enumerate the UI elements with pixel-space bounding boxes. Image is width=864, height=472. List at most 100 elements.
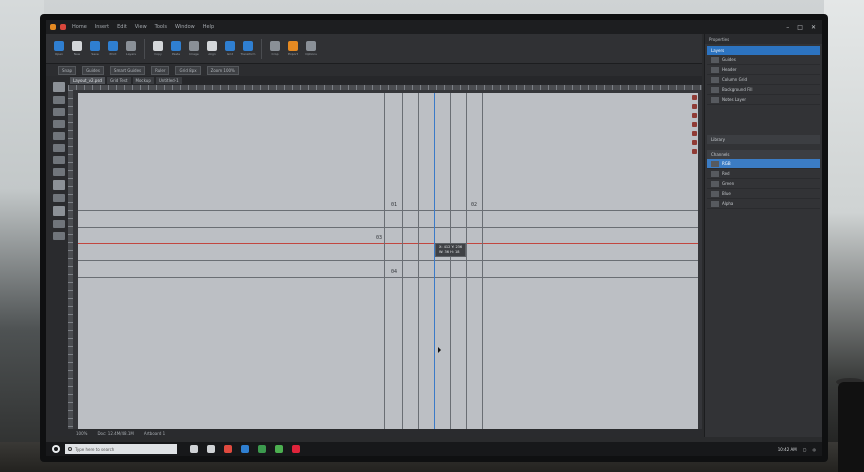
guide-vertical[interactable]: [482, 93, 483, 429]
text-tool-icon[interactable]: [53, 194, 65, 202]
option-grid[interactable]: Grid 8px: [175, 65, 201, 75]
layer-row[interactable]: Guides: [707, 55, 820, 65]
move-tool-icon[interactable]: [53, 82, 65, 92]
guide-horizontal[interactable]: [78, 227, 698, 228]
layer-row[interactable]: Header: [707, 65, 820, 75]
menu-item-tools[interactable]: Tools: [153, 24, 169, 30]
doc-tab[interactable]: Grid Test: [106, 77, 131, 84]
title-bar: Home Insert Edit View Tools Window Help …: [46, 20, 822, 34]
vertical-ruler[interactable]: [68, 90, 73, 429]
copy-button[interactable]: Copy: [151, 41, 165, 56]
option-guides[interactable]: Guides: [82, 65, 104, 75]
channel-row[interactable]: Green: [707, 179, 820, 189]
layers-button[interactable]: Layers: [124, 41, 138, 56]
menu-item-edit[interactable]: Edit: [115, 24, 129, 30]
layers-title[interactable]: Layers: [707, 46, 820, 55]
option-zoom[interactable]: Zoom 100%: [206, 65, 239, 75]
layer-thumbnail: [711, 96, 719, 103]
settings-icon[interactable]: ◎: [813, 447, 817, 452]
app-logo-button[interactable]: Open: [52, 41, 66, 56]
channel-row[interactable]: Alpha: [707, 199, 820, 209]
menu-item-home[interactable]: Home: [70, 24, 89, 30]
crop-button[interactable]: Crop: [268, 41, 282, 56]
canvas-area[interactable]: 01 02 03 04 X: 412 Y: 236 W: 36 H: 18: [68, 85, 702, 429]
browser-icon[interactable]: [224, 445, 232, 453]
notification-icon[interactable]: ▢: [803, 447, 807, 452]
guide-horizontal[interactable]: [78, 277, 698, 278]
layer-row[interactable]: Notes Layer: [707, 95, 820, 105]
guide-vertical[interactable]: [466, 93, 467, 429]
library-title[interactable]: Library: [707, 135, 820, 144]
close-icon[interactable]: ✕: [811, 24, 816, 31]
image-button[interactable]: Image: [187, 41, 201, 56]
side-tool-icon[interactable]: [692, 131, 697, 136]
doc-tab-active[interactable]: Layout_v2.psd: [70, 77, 105, 84]
channel-row[interactable]: Blue: [707, 189, 820, 199]
align-button[interactable]: Align: [205, 41, 219, 56]
eyedropper-tool-icon[interactable]: [53, 132, 65, 140]
menu-item-insert[interactable]: Insert: [93, 24, 111, 30]
settings-button[interactable]: Options: [304, 41, 318, 56]
side-tool-icon[interactable]: [692, 122, 697, 127]
horizontal-ruler[interactable]: [68, 85, 702, 90]
minimize-icon[interactable]: –: [786, 24, 789, 31]
lasso-tool-icon[interactable]: [53, 108, 65, 116]
eraser-tool-icon[interactable]: [53, 156, 65, 164]
transform-button[interactable]: Transform: [241, 41, 255, 56]
channel-row-selected[interactable]: RGB: [707, 159, 820, 169]
zoom-level[interactable]: 100%: [76, 431, 87, 436]
store-icon[interactable]: [241, 445, 249, 453]
guide-vertical[interactable]: [450, 93, 451, 429]
guide-vertical[interactable]: [418, 93, 419, 429]
menu-item-help[interactable]: Help: [201, 24, 216, 30]
music-icon[interactable]: [292, 445, 300, 453]
crop-tool-icon[interactable]: [53, 120, 65, 128]
channel-row[interactable]: Red: [707, 169, 820, 179]
menu-item-window[interactable]: Window: [173, 24, 197, 30]
start-menu-icon[interactable]: [52, 445, 60, 453]
channel-thumbnail: [711, 170, 719, 177]
guide-horizontal[interactable]: [78, 210, 698, 211]
side-tool-icon[interactable]: [692, 149, 697, 154]
guide-horizontal-selected[interactable]: [78, 243, 698, 244]
channels-title[interactable]: Channels: [707, 150, 820, 159]
side-tool-icon[interactable]: [692, 113, 697, 118]
guide-vertical[interactable]: [384, 93, 385, 429]
zoom-tool-icon[interactable]: [53, 232, 65, 240]
marquee-tool-icon[interactable]: [53, 96, 65, 104]
pen-tool-icon[interactable]: [53, 180, 65, 190]
layer-row[interactable]: Column Grid: [707, 75, 820, 85]
maximize-icon[interactable]: □: [797, 24, 803, 31]
right-panel: Properties Layers Guides Header Column G…: [704, 34, 822, 437]
doc-tab[interactable]: Untitled-1: [155, 77, 182, 84]
files-icon[interactable]: [207, 445, 215, 453]
option-smart-guides[interactable]: Smart Guides: [109, 65, 146, 75]
gradient-tool-icon[interactable]: [53, 168, 65, 176]
paste-button[interactable]: Paste: [169, 41, 183, 56]
print-button[interactable]: Print: [106, 41, 120, 56]
export-button[interactable]: Export: [286, 41, 300, 56]
side-tool-icon[interactable]: [692, 140, 697, 145]
option-ruler[interactable]: Ruler: [151, 65, 170, 75]
guide-vertical[interactable]: [402, 93, 403, 429]
side-tool-icon[interactable]: [692, 95, 697, 100]
guide-vertical-selected[interactable]: [434, 93, 435, 429]
grid-button[interactable]: Grid: [223, 41, 237, 56]
brush-tool-icon[interactable]: [53, 144, 65, 152]
menu-item-view[interactable]: View: [133, 24, 149, 30]
guide-horizontal[interactable]: [78, 260, 698, 261]
document-button[interactable]: New: [70, 41, 84, 56]
save-button[interactable]: Save: [88, 41, 102, 56]
clock[interactable]: 10:42 AM: [778, 447, 797, 452]
hand-tool-icon[interactable]: [53, 220, 65, 228]
chat-icon[interactable]: [275, 445, 283, 453]
doc-tab[interactable]: Mockup: [132, 77, 154, 84]
layer-row[interactable]: Background Fill: [707, 85, 820, 95]
side-tool-icon[interactable]: [692, 104, 697, 109]
option-snap[interactable]: Snap: [58, 65, 77, 75]
mail-icon[interactable]: [258, 445, 266, 453]
shape-tool-icon[interactable]: [53, 206, 65, 216]
taskbar-search[interactable]: Type here to search: [65, 444, 177, 454]
artboard[interactable]: 01 02 03 04 X: 412 Y: 236 W: 36 H: 18: [78, 93, 698, 429]
task-view-icon[interactable]: [190, 445, 198, 453]
